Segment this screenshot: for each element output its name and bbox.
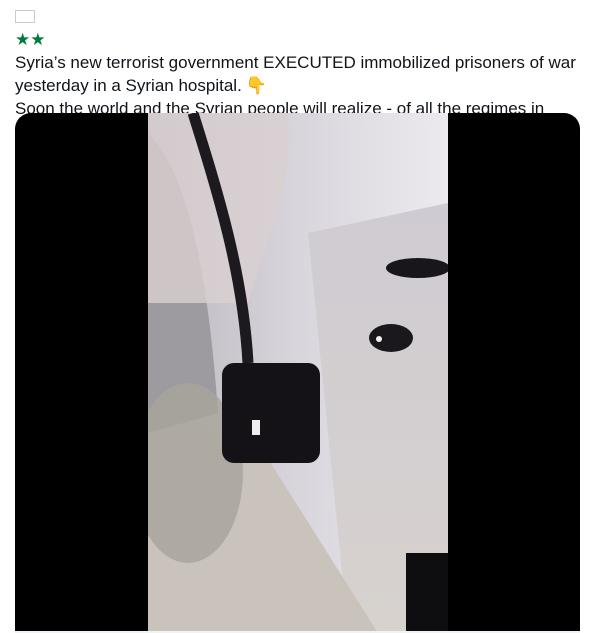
media-card[interactable] [15, 113, 580, 633]
video-frame[interactable] [148, 113, 448, 633]
video-still [148, 113, 448, 633]
pointing-down-icon: 👇 [245, 76, 267, 95]
tweet-text-line-1: Syria’s new terrorist government EXECUTE… [15, 53, 576, 95]
syria-flag-icon [15, 10, 35, 23]
tweet-line-1 [15, 5, 590, 28]
